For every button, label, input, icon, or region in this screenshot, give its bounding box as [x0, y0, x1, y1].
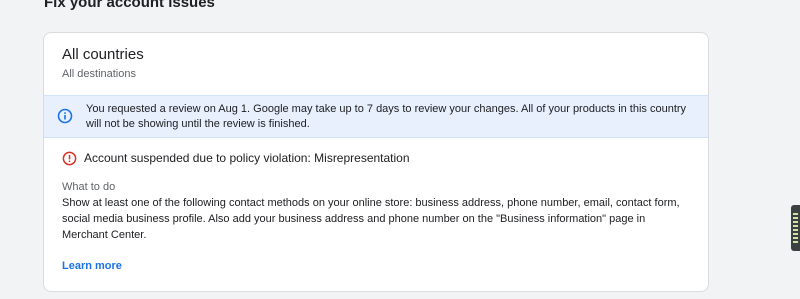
learn-more-link[interactable]: Learn more: [62, 260, 122, 272]
info-banner-text: You requested a review on Aug 1. Google …: [86, 103, 687, 130]
info-icon: [57, 108, 73, 124]
card-title: All countries: [62, 46, 144, 63]
what-to-do-heading: What to do: [62, 181, 116, 193]
account-issues-card: All countries All destinations You reque…: [43, 32, 709, 292]
error-icon: [62, 151, 77, 166]
what-to-do-text: Show at least one of the following conta…: [62, 197, 680, 241]
issue-text: Account suspended due to policy violatio…: [84, 151, 410, 165]
side-panel-handle[interactable]: [791, 205, 800, 251]
section-title: Fix your account issues: [44, 0, 215, 11]
card-subtitle: All destinations: [62, 68, 136, 80]
info-banner: You requested a review on Aug 1. Google …: [44, 95, 708, 138]
